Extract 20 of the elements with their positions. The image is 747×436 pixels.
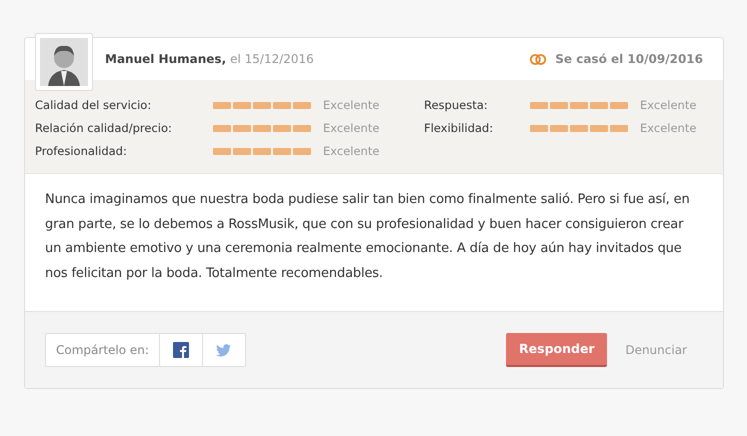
bird-icon [216,344,232,356]
rating-reading: Excelente [323,96,380,114]
author-name: Manuel Humanes, [105,51,226,68]
wedding-date: Se casó el 10/09/2016 [555,51,703,68]
rating-label: Respuesta: [424,96,489,114]
rating-label: Relación calidad/precio: [35,120,173,137]
facebook-icon [172,342,189,358]
rings-icon [529,52,548,66]
rating-label: Calidad del servicio: [35,96,152,114]
share-label: Compártelo en: [55,342,150,359]
rating-reading: Excelente [323,142,380,160]
rating-label: Profesionalidad: [35,142,128,160]
report-link[interactable]: Denunciar [625,341,687,359]
rating-reading: Excelente [640,96,696,114]
review-date: el 15/12/2016 [230,51,314,68]
rating-reading: Excelente [640,120,696,137]
rating-reading: Excelente [323,120,380,137]
review-text: Nunca imaginamos que nuestra boda pudiese salir tan bien como finalmente salió. Pero si fue así, en gran parte, se lo debemos a RossMusik, que con su profesionalidad y buen hacer consiguieron crear un ambiente emotivo y una ceremonia realmente emocionante. A día de hoy aún hay invitados que nos felicitan por la boda. Totalmente recomendables. [45,191,691,282]
reply-button[interactable]: Responder [506,333,608,367]
rating-label: Flexibilidad: [424,120,494,137]
